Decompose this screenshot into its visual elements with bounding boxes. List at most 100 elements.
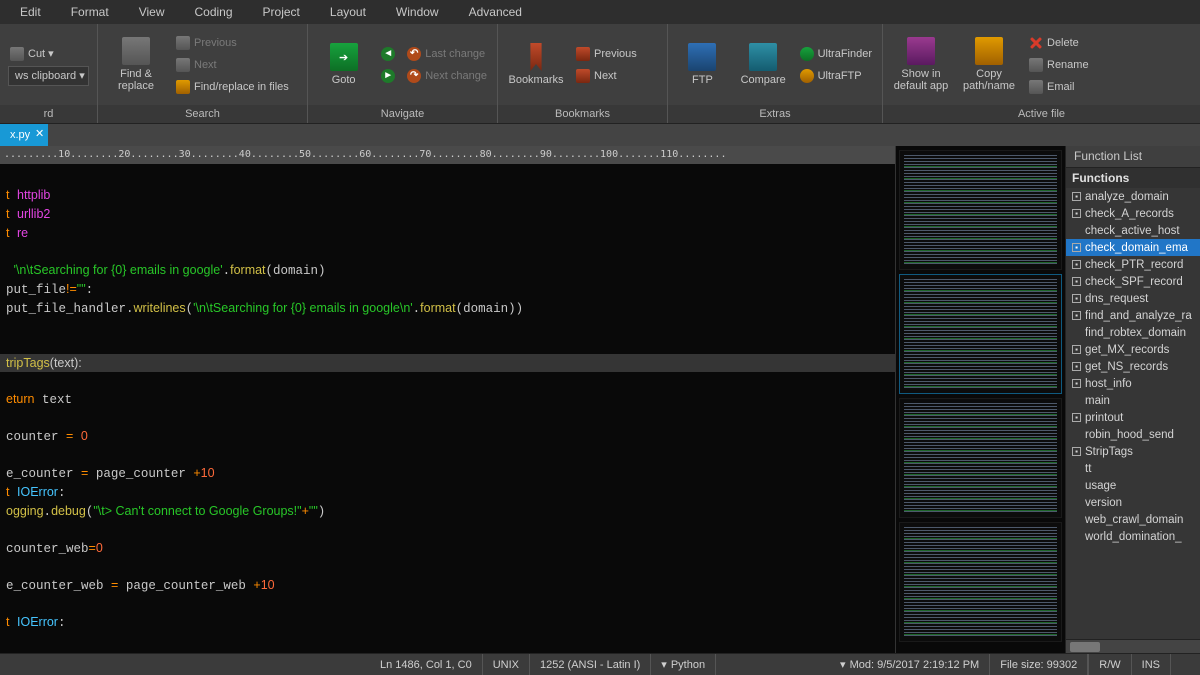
function-list-item[interactable]: ▪printout xyxy=(1066,409,1200,426)
menu-item[interactable]: Format xyxy=(57,3,123,21)
function-list-item[interactable]: web_crawl_domain xyxy=(1066,511,1200,528)
menu-item[interactable]: Window xyxy=(382,3,453,21)
function-list-item[interactable]: ▪ dns_request xyxy=(1066,290,1200,307)
copy-path-button[interactable]: Copy path/name xyxy=(959,30,1019,100)
cut-button[interactable]: Cut ▾ xyxy=(8,44,89,64)
status-bar: Ln 1486, Col 1, C0 UNIX 1252 (ANSI - Lat… xyxy=(0,653,1200,675)
minimap-section[interactable] xyxy=(899,274,1062,394)
show-in-default-app-button[interactable]: Show in default app xyxy=(891,30,951,100)
expand-box-icon[interactable]: ▪ xyxy=(1072,277,1081,286)
expand-box-icon[interactable]: ▪ xyxy=(1072,413,1081,422)
function-list-item[interactable]: ▪check_A_records xyxy=(1066,205,1200,222)
function-list[interactable]: ▪analyze_domain▪check_A_records check_act… xyxy=(1066,188,1200,639)
expand-box-icon[interactable]: ▪ xyxy=(1072,192,1081,201)
status-eol[interactable]: UNIX xyxy=(483,654,530,675)
expand-box-icon[interactable]: ▪ xyxy=(1072,362,1081,371)
function-list-item[interactable]: usage xyxy=(1066,477,1200,494)
forward-button[interactable]: ► xyxy=(379,66,397,86)
function-name: host_info xyxy=(1085,378,1132,390)
next-button[interactable]: Next xyxy=(174,55,291,75)
next-change-button[interactable]: ↷Next change xyxy=(405,66,489,86)
rename-icon xyxy=(1029,58,1043,72)
delete-button[interactable]: Delete xyxy=(1027,33,1091,53)
back-button[interactable]: ◄ xyxy=(379,44,397,64)
function-list-item[interactable]: ▪analyze_domain xyxy=(1066,188,1200,205)
circle-right-icon: ► xyxy=(381,69,395,83)
menu-item[interactable]: Edit xyxy=(6,3,55,21)
expand-box-icon[interactable]: ▪ xyxy=(1072,209,1081,218)
status-language[interactable]: ▾Python xyxy=(651,654,716,675)
minimap-section[interactable] xyxy=(899,522,1062,642)
expand-box-icon[interactable]: ▪ xyxy=(1072,243,1081,252)
minimap-section[interactable] xyxy=(899,150,1062,270)
function-list-item[interactable]: ▪check_domain_ema xyxy=(1066,239,1200,256)
ftp-cloud-icon xyxy=(688,43,716,71)
function-list-item[interactable]: ▪get_MX_records xyxy=(1066,341,1200,358)
expand-box-icon[interactable]: ▪ xyxy=(1072,294,1081,303)
scroll-thumb[interactable] xyxy=(1070,642,1100,652)
bookmark-previous-button[interactable]: Previous xyxy=(574,44,639,64)
expand-box-icon[interactable]: ▪ xyxy=(1072,260,1081,269)
status-rw[interactable]: R/W xyxy=(1088,654,1130,675)
function-list-item[interactable]: robin_hood_send xyxy=(1066,426,1200,443)
menu-item[interactable]: Project xyxy=(249,3,314,21)
function-list-item[interactable]: tt xyxy=(1066,460,1200,477)
menu-item[interactable]: Coding xyxy=(181,3,247,21)
group-caption: Search xyxy=(98,105,307,123)
h-scrollbar[interactable] xyxy=(1066,639,1200,653)
find-replace-button[interactable]: Find & replace xyxy=(106,30,166,100)
ultrafinder-button[interactable]: UltraFinder xyxy=(798,44,874,64)
editor[interactable]: .........10........20........30........4… xyxy=(0,146,895,653)
function-list-item[interactable]: ▪find_and_analyze_ra xyxy=(1066,307,1200,324)
ftp-button[interactable]: FTP xyxy=(676,30,729,100)
goto-button[interactable]: ➔ Goto xyxy=(316,30,371,100)
menu-item[interactable]: Layout xyxy=(316,3,380,21)
function-list-item[interactable]: world_domination_ xyxy=(1066,528,1200,545)
function-name: dns_request xyxy=(1085,293,1148,305)
compare-button[interactable]: Compare xyxy=(737,30,790,100)
expand-box-icon[interactable]: ▪ xyxy=(1072,379,1081,388)
menu-item[interactable]: View xyxy=(125,3,179,21)
function-list-item[interactable]: ▪get_NS_records xyxy=(1066,358,1200,375)
close-tab-icon[interactable]: ✕ xyxy=(35,127,44,140)
code-area[interactable]: t httplib t urllib2 t re '\n\tSearching … xyxy=(0,164,895,653)
function-list-item[interactable]: check_active_host xyxy=(1066,222,1200,239)
clipboard-dropdown[interactable]: ws clipboard ▾ xyxy=(8,66,89,86)
bookmarks-button[interactable]: Bookmarks xyxy=(506,30,566,100)
previous-button[interactable]: Previous xyxy=(174,33,291,53)
arrow-down-icon xyxy=(176,58,190,72)
ultraftp-button[interactable]: UltraFTP xyxy=(798,66,874,86)
function-list-item[interactable]: version xyxy=(1066,494,1200,511)
status-filesize: File size: 99302 xyxy=(990,654,1088,675)
function-name: check_active_host xyxy=(1085,225,1180,237)
menu-item[interactable]: Advanced xyxy=(455,3,536,21)
function-list-item[interactable]: ▪check_PTR_record xyxy=(1066,256,1200,273)
minimap[interactable] xyxy=(895,146,1065,653)
function-list-item[interactable]: ▪check_SPF_record xyxy=(1066,273,1200,290)
ultraftp-icon xyxy=(800,69,814,83)
status-encoding[interactable]: 1252 (ANSI - Latin I) xyxy=(530,654,651,675)
expand-box-icon[interactable]: ▪ xyxy=(1072,311,1081,320)
bookmark-up-icon xyxy=(576,47,590,61)
expand-box-icon[interactable]: ▪ xyxy=(1072,345,1081,354)
copy-path-icon xyxy=(975,37,1003,65)
last-change-button[interactable]: ↶Last change xyxy=(405,44,489,64)
function-name: tt xyxy=(1085,463,1091,475)
group-caption: Extras xyxy=(668,105,882,123)
bookmark-next-button[interactable]: Next xyxy=(574,66,639,86)
file-tab[interactable]: x.py ✕ xyxy=(0,124,48,146)
find-in-files-button[interactable]: Find/replace in files xyxy=(174,77,291,97)
menu-bar: Edit Format View Coding Project Layout W… xyxy=(0,0,1200,24)
main-area: .........10........20........30........4… xyxy=(0,146,1200,653)
expand-box-icon[interactable]: ▪ xyxy=(1072,447,1081,456)
group-caption: Active file xyxy=(883,105,1200,123)
function-list-panel: Function List Functions ▪analyze_domain▪… xyxy=(1065,146,1200,653)
function-list-item[interactable]: find_robtex_domain xyxy=(1066,324,1200,341)
minimap-section[interactable] xyxy=(899,398,1062,518)
status-ins[interactable]: INS xyxy=(1131,654,1170,675)
function-list-item[interactable]: ▪ host_info xyxy=(1066,375,1200,392)
email-button[interactable]: Email xyxy=(1027,77,1091,97)
rename-button[interactable]: Rename xyxy=(1027,55,1091,75)
function-list-item[interactable]: ▪StripTags xyxy=(1066,443,1200,460)
function-list-item[interactable]: main xyxy=(1066,392,1200,409)
